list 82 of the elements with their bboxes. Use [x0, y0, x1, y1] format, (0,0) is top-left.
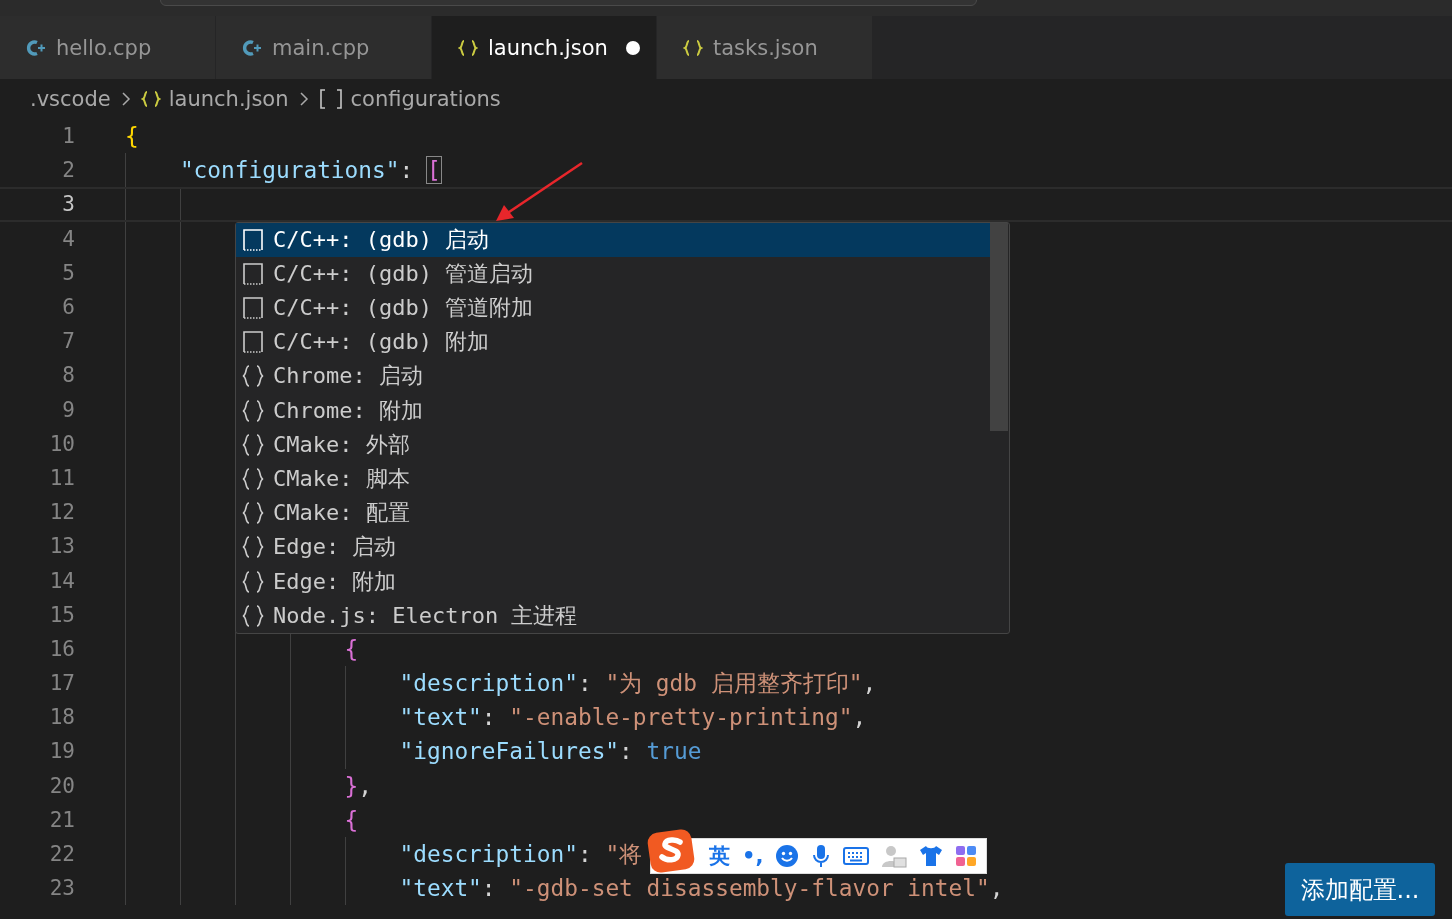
code-line: { — [343, 806, 359, 833]
line-number: 22 — [48, 842, 75, 867]
line-number: 11 — [48, 465, 75, 490]
braces-icon — [241, 535, 265, 560]
braces-icon — [683, 37, 703, 58]
suggestion-item[interactable]: CMake: 外部 — [236, 427, 991, 462]
line-number: 20 — [48, 773, 75, 798]
suggestion-item[interactable]: Edge: 附加 — [236, 564, 991, 599]
line-number: 12 — [48, 500, 75, 525]
line-number: 3 — [61, 192, 75, 217]
code-line: { — [125, 123, 139, 150]
chevron-icon — [120, 91, 131, 107]
code-line: "text": "-gdb-set disassembly-flavor intel", — [398, 875, 1004, 902]
line-number: 6 — [61, 295, 75, 320]
suggestion-item[interactable]: C/C++: (gdb) 附加 — [236, 325, 991, 360]
braces-icon — [241, 467, 265, 491]
breadcrumb-item[interactable]: launch.json — [168, 87, 289, 111]
suggestion-item[interactable]: Node.js: Electron 主进程 — [236, 598, 991, 633]
suggestion-item[interactable]: C/C++: (gdb) 管道附加 — [236, 290, 991, 326]
line-number: 13 — [48, 534, 75, 559]
line-number: 23 — [48, 876, 75, 901]
brackets-icon — [318, 88, 343, 110]
code-line: "ignoreFailures": true — [398, 738, 702, 765]
suggestion-item[interactable]: Edge: 启动 — [236, 530, 991, 565]
code-line: "description": "为 gdb 启用整齐打印", — [398, 668, 877, 698]
breadcrumb-item[interactable]: configurations — [350, 87, 501, 111]
line-number: 14 — [48, 568, 75, 593]
editor-tab[interactable]: main.cpp — [216, 16, 432, 79]
shirt-icon[interactable] — [919, 845, 944, 867]
suggestion-item[interactable]: Chrome: 附加 — [236, 393, 991, 428]
line-number: 9 — [61, 397, 75, 422]
braces-icon — [241, 364, 265, 389]
chevron-icon — [298, 91, 309, 107]
code-line: { — [343, 635, 359, 662]
line-number: 19 — [48, 739, 75, 764]
code-line: "description": "将 — [398, 839, 643, 869]
line-number: 8 — [61, 363, 75, 388]
scrollbar-thumb[interactable] — [990, 222, 1008, 431]
line-number: 15 — [48, 602, 75, 627]
line-number: 17 — [48, 671, 75, 696]
code-line: "configurations": [ — [178, 157, 441, 184]
add-configuration-button[interactable]: 添加配置... — [1285, 863, 1435, 916]
code-line: "text": "-enable-pretty-printing", — [398, 704, 867, 731]
braces-icon — [241, 501, 265, 526]
line-number: 5 — [61, 260, 75, 285]
code-line: }, — [343, 772, 373, 799]
snippet-icon — [241, 330, 265, 355]
punctuation-toggle[interactable]: •, — [742, 844, 764, 868]
apps-icon[interactable] — [955, 845, 978, 867]
snippet-icon — [241, 296, 265, 321]
cpp-file-icon — [26, 37, 46, 58]
line-number: 7 — [61, 329, 75, 354]
suggestion-item[interactable]: C/C++: (gdb) 管道启动 — [236, 256, 991, 291]
braces-icon — [241, 398, 265, 423]
line-number: 10 — [48, 431, 75, 456]
breadcrumb-item[interactable]: .vscode — [30, 87, 111, 111]
language-mode-toggle[interactable]: 英 — [709, 842, 730, 870]
suggestion-item[interactable]: C/C++: (gdb) 启动 — [236, 222, 991, 257]
braces-icon — [241, 569, 265, 594]
suggestion-item[interactable]: Chrome: 启动 — [236, 359, 991, 394]
line-number: 16 — [48, 636, 75, 661]
line-number: 18 — [48, 705, 75, 730]
suggestion-item[interactable]: CMake: 脚本 — [236, 461, 991, 497]
microphone-icon[interactable] — [811, 844, 832, 868]
snippet-icon — [241, 227, 265, 252]
line-number: 21 — [48, 807, 75, 832]
braces-icon — [241, 432, 265, 457]
editor-tab[interactable]: launch.json — [432, 16, 657, 79]
line-number: 1 — [61, 124, 75, 149]
keyboard-icon[interactable] — [843, 846, 870, 866]
snippet-icon — [241, 261, 265, 286]
s-logo-icon[interactable] — [647, 828, 697, 874]
editor-tab[interactable]: hello.cpp — [0, 16, 216, 79]
braces-icon — [140, 89, 161, 109]
editor-tab[interactable]: tasks.json — [657, 16, 873, 79]
braces-icon — [241, 603, 265, 628]
suggestion-item[interactable]: CMake: 配置 — [236, 496, 991, 531]
line-number: 4 — [61, 226, 75, 251]
smiley-icon[interactable] — [775, 844, 800, 868]
line-number: 2 — [61, 158, 75, 183]
cpp-file-icon — [242, 37, 262, 58]
braces-icon — [458, 37, 478, 58]
